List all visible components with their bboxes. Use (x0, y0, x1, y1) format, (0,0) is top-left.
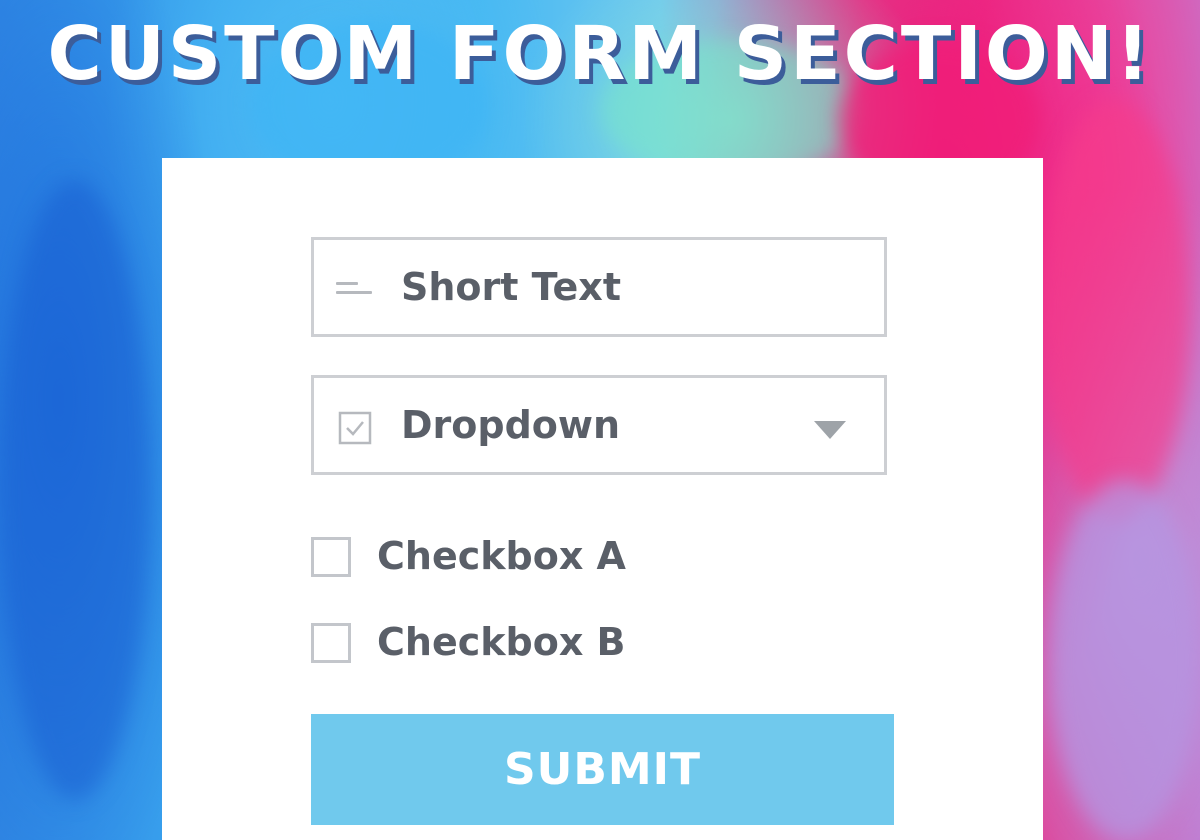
checkbox-a[interactable] (311, 537, 351, 577)
checkbox-a-label[interactable]: Checkbox A (377, 531, 626, 581)
submit-button[interactable]: SUBMIT (311, 714, 894, 825)
background-brush-stroke (1050, 480, 1200, 840)
short-text-icon (336, 282, 374, 298)
background-brush-stroke (1040, 100, 1190, 520)
dropdown-selected-value: Dropdown (401, 403, 621, 447)
caret-down-icon[interactable] (814, 421, 846, 439)
background-brush-stroke (0, 180, 150, 800)
short-text-value: Short Text (401, 265, 621, 309)
checkbox-b-label[interactable]: Checkbox B (377, 617, 626, 667)
dropdown-select[interactable]: Dropdown (311, 375, 887, 475)
page-title: CUSTOM FORM SECTION! (47, 11, 1153, 97)
checkbox-icon (338, 411, 372, 445)
form-card: Short Text Dropdown Checkbox A Checkbox … (162, 158, 1043, 840)
checkbox-b[interactable] (311, 623, 351, 663)
short-text-field[interactable]: Short Text (311, 237, 887, 337)
